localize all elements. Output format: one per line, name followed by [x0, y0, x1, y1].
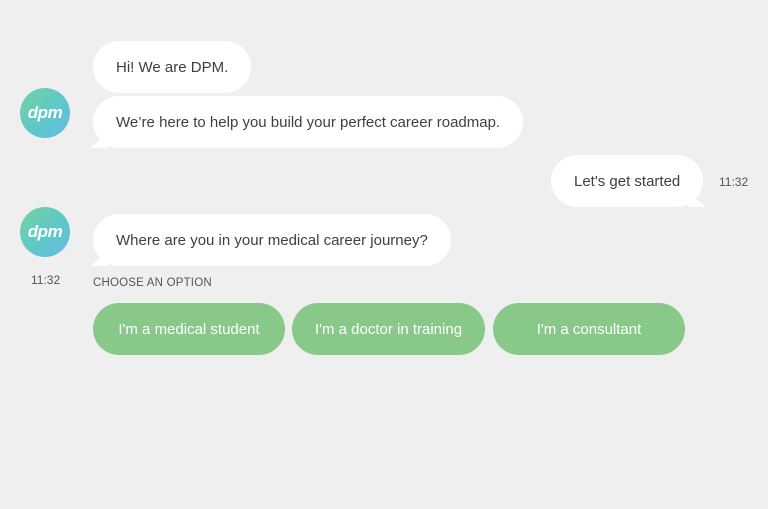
message-text: We’re here to help you build your perfec… — [116, 113, 501, 131]
bot-avatar: dpm — [20, 88, 70, 138]
option-medical-student-button[interactable]: I'm a medical student — [93, 303, 285, 355]
message-text: Hi! We are DPM. — [116, 58, 229, 76]
user-message-timestamp: 11:32 — [719, 175, 749, 189]
bot-avatar: dpm — [20, 207, 70, 257]
dpm-logo-text: dpm — [27, 103, 63, 122]
bot-message-greeting: Hi! We are DPM. — [93, 41, 252, 93]
option-doctor-in-training-button[interactable]: I'm a doctor in training — [292, 303, 485, 355]
message-text: Let's get started — [574, 172, 681, 190]
bot-message-intro: We’re here to help you build your perfec… — [93, 96, 524, 148]
dpm-logo-text: dpm — [27, 222, 63, 241]
bot-message-question: Where are you in your medical career jou… — [93, 214, 451, 266]
message-text: Where are you in your medical career jou… — [116, 231, 428, 249]
user-message: Let's get started — [551, 155, 704, 207]
option-consultant-button[interactable]: I'm a consultant — [493, 303, 685, 355]
choose-option-label: CHOOSE AN OPTION — [93, 277, 212, 289]
bot-message-timestamp: 11:32 — [31, 273, 61, 287]
